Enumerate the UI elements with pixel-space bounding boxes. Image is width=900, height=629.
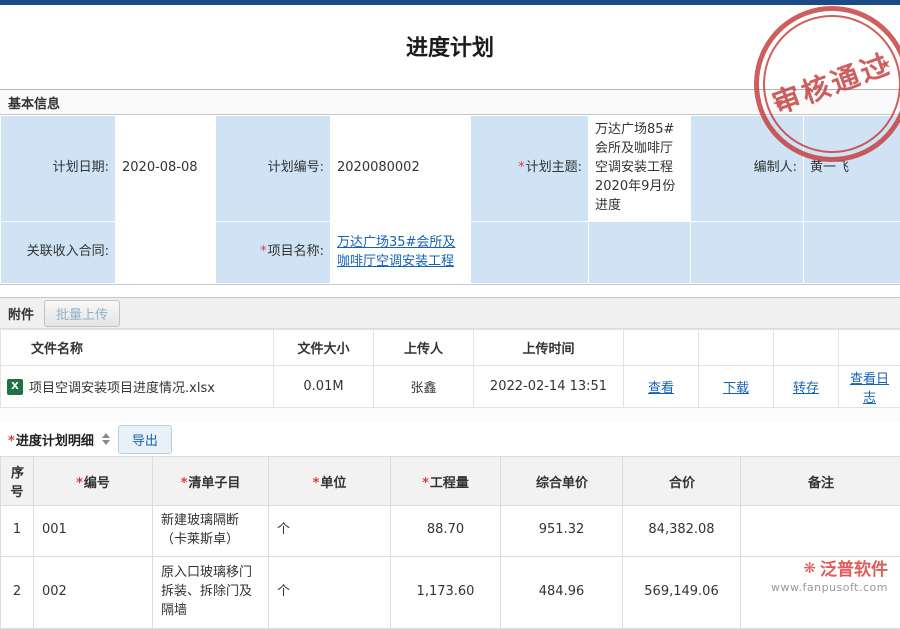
index-cell: 1 [1,506,34,557]
plan-subject-value: 万达广场85#会所及咖啡厅空调安装工程2020年9月份进度 [589,116,691,222]
detail-row: 1 001 新建玻璃隔断（卡莱斯卓） 个 88.70 951.32 84,382… [1,506,900,557]
basic-info-form: 计划日期: 2020-08-08 计划编号: 2020080002 *计划主题:… [0,115,900,285]
excel-file-icon: X [7,379,23,395]
creator-value: 黄一飞 [804,116,900,222]
unit-price-cell: 484.96 [501,556,623,628]
view-log-link[interactable]: 查看日志 [850,372,889,406]
total-cell: 569,149.06 [623,556,741,628]
unit-cell: 个 [269,556,391,628]
related-contract-value [116,222,216,284]
spacer [0,408,900,422]
vendor-watermark: ❋ 泛普软件 www.fanpusoft.com [771,555,888,594]
total-cell: 84,382.08 [623,506,741,557]
column-header-empty [774,330,839,366]
related-contract-label: 关联收入合同: [1,222,116,284]
detail-table: 序号 *编号 *清单子目 *单位 *工程量 综合单价 合价 备注 1 001 新… [0,456,900,629]
column-header-empty [839,330,900,366]
column-header-index: 序号 [1,457,34,506]
column-header-unit-price: 综合单价 [501,457,623,506]
vendor-name: 泛普软件 [820,555,888,580]
column-header-uploader: 上传人 [374,330,474,366]
plan-number-label: 计划编号: [216,116,331,222]
quantity-cell: 88.70 [391,506,501,557]
item-cell: 原入口玻璃移门拆装、拆除门及隔墙 [153,556,269,628]
item-cell: 新建玻璃隔断（卡莱斯卓） [153,506,269,557]
attachments-table: 文件名称 文件大小 上传人 上传时间 X 项目空调安装项目进度情况.xlsx 0… [0,329,900,408]
project-name-cell: 万达广场35#会所及咖啡厅空调安装工程 [331,222,471,284]
code-cell: 002 [34,556,153,628]
attachments-header-row: 文件名称 文件大小 上传人 上传时间 [1,330,900,366]
project-name-link[interactable]: 万达广场35#会所及咖啡厅空调安装工程 [337,235,455,269]
code-cell: 001 [34,506,153,557]
unit-cell: 个 [269,506,391,557]
empty-cell [691,222,804,284]
view-link[interactable]: 查看 [648,381,674,396]
column-header-unit: *单位 [269,457,391,506]
column-header-empty [699,330,774,366]
sort-icon[interactable] [102,433,110,445]
uploader-cell: 张鑫 [374,366,474,408]
detail-section-header: *进度计划明细 导出 [0,422,900,456]
export-button[interactable]: 导出 [118,425,172,454]
batch-upload-button[interactable]: 批量上传 [44,300,120,327]
basic-info-section-title: 基本信息 [8,93,60,112]
detail-section-title: *进度计划明细 [8,430,94,449]
save-as-link[interactable]: 转存 [793,381,819,396]
column-header-empty [624,330,699,366]
attachments-section-header: 附件 批量上传 [0,297,900,329]
creator-label: 编制人: [691,116,804,222]
column-header-total: 合价 [623,457,741,506]
plan-date-label: 计划日期: [1,116,116,222]
spacer [0,285,900,297]
column-header-upload-time: 上传时间 [474,330,624,366]
vendor-url: www.fanpusoft.com [771,581,888,594]
column-header-code: *编号 [34,457,153,506]
page-title: 进度计划 [0,5,900,89]
plan-date-value: 2020-08-08 [116,116,216,222]
column-header-file-size: 文件大小 [274,330,374,366]
attachments-section-title: 附件 [8,304,34,323]
empty-cell [471,222,589,284]
file-name-text: 项目空调安装项目进度情况.xlsx [29,377,215,396]
plan-number-value: 2020080002 [331,116,471,222]
fanpu-logo-icon: ❋ [803,559,816,577]
basic-info-section-header: 基本信息 [0,89,900,115]
download-link[interactable]: 下载 [723,381,749,396]
plan-subject-label: *计划主题: [471,116,589,222]
file-size-cell: 0.01M [274,366,374,408]
unit-price-cell: 951.32 [501,506,623,557]
file-name-cell: X 项目空调安装项目进度情况.xlsx [1,366,274,408]
note-cell [741,506,900,557]
empty-cell [804,222,900,284]
index-cell: 2 [1,556,34,628]
upload-time-cell: 2022-02-14 13:51 [474,366,624,408]
detail-header-row: 序号 *编号 *清单子目 *单位 *工程量 综合单价 合价 备注 [1,457,900,506]
attachment-row: X 项目空调安装项目进度情况.xlsx 0.01M 张鑫 2022-02-14 … [1,366,900,408]
column-header-item: *清单子目 [153,457,269,506]
empty-cell [589,222,691,284]
column-header-file-name: 文件名称 [1,330,274,366]
project-name-label: *项目名称: [216,222,331,284]
quantity-cell: 1,173.60 [391,556,501,628]
detail-row: 2 002 原入口玻璃移门拆装、拆除门及隔墙 个 1,173.60 484.96… [1,556,900,628]
column-header-note: 备注 [741,457,900,506]
column-header-quantity: *工程量 [391,457,501,506]
